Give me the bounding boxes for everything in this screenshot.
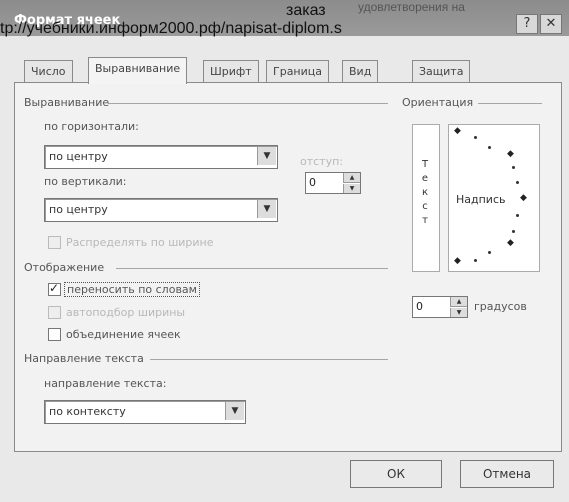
text-direction-group-label: Направление текста [24,352,144,365]
watermark-line-1: заказ [286,2,326,19]
degrees-label: градусов [474,300,527,313]
orientation-marker-icon: ◆ [507,238,514,248]
degrees-spinner[interactable]: 0 ▲ ▼ [412,296,468,318]
tab-font[interactable]: Шрифт [203,60,259,83]
display-group-divider [116,268,388,269]
chevron-down-icon[interactable]: ▼ [257,200,276,218]
help-button[interactable]: ? [516,14,538,34]
distributed-label: Распределять по ширине [66,236,214,249]
vertical-label: по вертикали: [44,175,127,188]
orientation-marker-icon: ◆ [507,149,514,159]
orientation-marker-icon: ◆ [454,256,461,266]
vertical-text-char: Т [421,159,429,170]
vertical-text-char: к [421,187,429,198]
orientation-dot [474,136,477,139]
indent-spinner[interactable]: 0 ▲ ▼ [305,172,361,194]
orientation-dot [488,251,491,254]
text-direction-group-divider [150,359,388,360]
text-direction-select[interactable]: по контексту ▼ [44,400,246,424]
orientation-marker-icon: ◆ [454,126,461,136]
merge-cells-checkbox[interactable] [48,328,61,341]
spin-down-icon[interactable]: ▼ [450,308,467,317]
spin-up-icon[interactable]: ▲ [343,173,360,183]
orientation-group-label: Ориентация [402,96,474,109]
orientation-dot [516,181,519,184]
close-button[interactable]: ✕ [540,14,562,34]
orientation-dot [512,230,515,233]
watermark-line-2: tp://учебники.информ2000.рф/napisat-dipl… [0,20,342,37]
chevron-down-icon[interactable]: ▼ [257,147,276,165]
shrink-to-fit-checkbox[interactable] [48,306,61,319]
orientation-dot [516,214,519,217]
shrink-to-fit-label: автоподбор ширины [66,306,186,319]
horizontal-select[interactable]: по центру ▼ [44,145,278,169]
distributed-checkbox[interactable] [48,236,61,249]
degrees-value: 0 [416,300,423,313]
tab-alignment[interactable]: Выравнивание [88,57,188,84]
check-mark-icon: ✓ [49,281,60,295]
orientation-group-divider [478,103,542,104]
alignment-group-divider [108,103,388,104]
horizontal-label: по горизонтали: [44,120,139,133]
spin-up-icon[interactable]: ▲ [450,297,467,307]
wrap-text-label: переносить по словам [64,282,200,297]
text-direction-value: по контексту [49,405,126,418]
vertical-text-char: т [422,215,428,226]
cancel-button[interactable]: Отмена [460,460,554,488]
orientation-dot [488,146,491,149]
indent-value: 0 [309,176,316,189]
tab-number[interactable]: Число [24,60,73,83]
orientation-handle-icon[interactable]: ◆ [520,193,527,203]
tab-border[interactable]: Граница [266,60,330,83]
vertical-select[interactable]: по центру ▼ [44,198,278,222]
tab-protection[interactable]: Защита [412,60,471,83]
orientation-dot [512,166,515,169]
chevron-down-icon[interactable]: ▼ [225,402,244,420]
orientation-caption: Надпись [456,193,506,206]
ok-button[interactable]: ОК [350,460,442,488]
watermark-top-fragment: удовлетворения на [358,0,465,14]
alignment-group-label: Выравнивание [24,96,110,109]
horizontal-select-value: по центру [49,150,108,163]
indent-label: отступ: [300,155,344,168]
tab-view[interactable]: Вид [342,60,379,83]
orientation-dot [474,259,477,262]
merge-cells-label: объединение ячеек [66,328,181,341]
vertical-text-char: е [421,173,429,184]
spin-down-icon[interactable]: ▼ [343,184,360,193]
text-direction-label: направление текста: [44,377,167,390]
vertical-select-value: по центру [49,203,108,216]
display-group-label: Отображение [24,261,105,274]
wrap-text-checkbox[interactable]: ✓ [48,281,61,296]
vertical-text-char: с [422,201,428,212]
